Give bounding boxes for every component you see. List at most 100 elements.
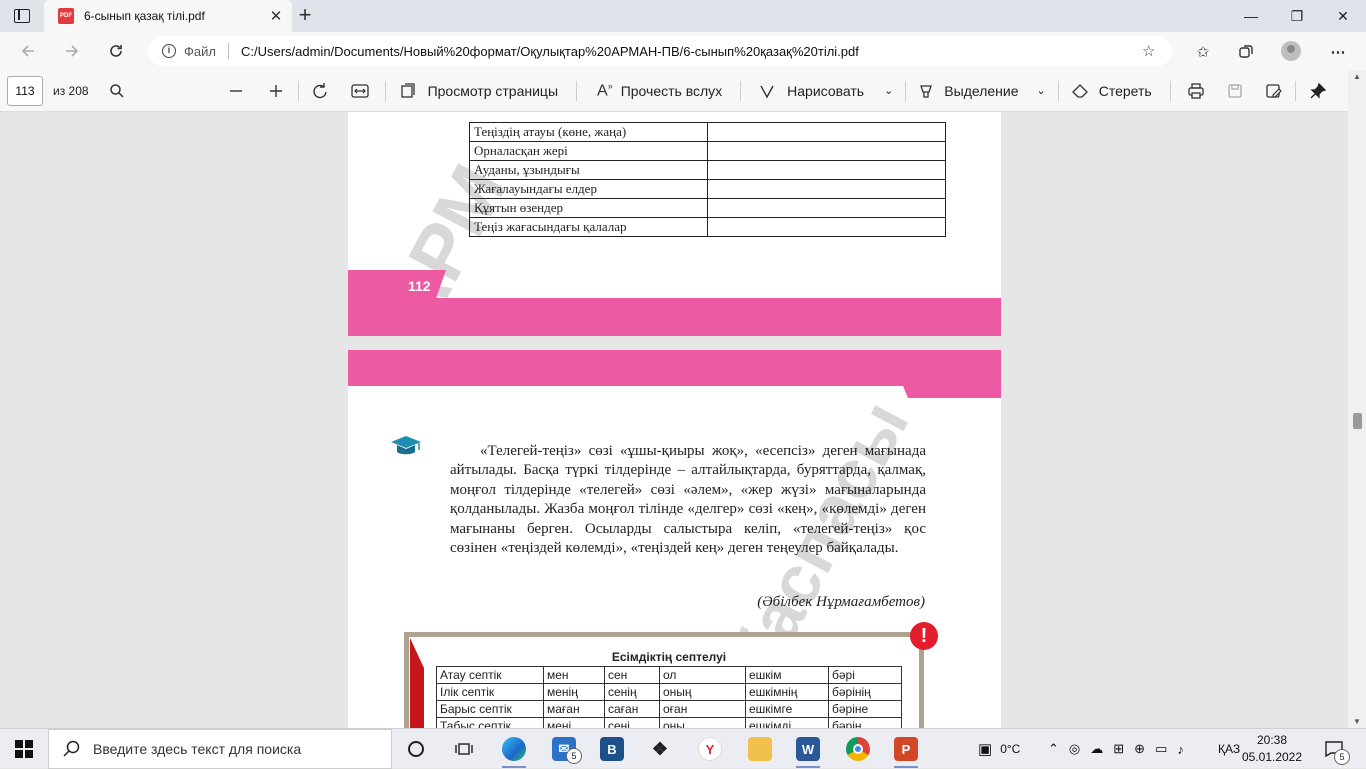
word-taskbar-button[interactable]: W bbox=[784, 729, 832, 769]
minimize-button[interactable]: — bbox=[1228, 0, 1274, 32]
cortana-icon bbox=[408, 741, 424, 757]
powerpoint-icon: P bbox=[894, 737, 918, 761]
draw-label: Нарисовать bbox=[787, 82, 865, 99]
table-row: Ауданы, ұзындығы bbox=[469, 160, 946, 180]
tab-close-button[interactable]: ✕ bbox=[264, 7, 288, 25]
taskbar-search[interactable]: Введите здесь текст для поиска bbox=[48, 729, 392, 769]
fit-width-button[interactable] bbox=[350, 70, 369, 112]
app-b-taskbar-button[interactable]: B bbox=[588, 729, 636, 769]
highlight-label: Выделение bbox=[944, 82, 1019, 99]
start-button[interactable] bbox=[0, 729, 48, 769]
page-number: 112 bbox=[408, 278, 431, 294]
edge-taskbar-button[interactable] bbox=[490, 729, 538, 769]
scroll-up-icon[interactable]: ▲ bbox=[1353, 72, 1361, 81]
chrome-taskbar-button[interactable] bbox=[834, 729, 882, 769]
battery-icon[interactable]: ▭ bbox=[1155, 741, 1167, 757]
zoom-in-button[interactable] bbox=[268, 70, 284, 112]
chevron-down-icon[interactable]: ⌄ bbox=[884, 84, 893, 97]
page-view-label: Просмотр страницы bbox=[427, 82, 559, 99]
onedrive-icon[interactable]: ☁ bbox=[1090, 741, 1103, 757]
tab-bar: PDF 6-сынып қазақ тілі.pdf ✕ + — ❐ ✕ bbox=[0, 0, 1366, 32]
add-favorite-icon[interactable]: ☆ bbox=[1142, 42, 1172, 60]
network-icon[interactable]: ⊞ bbox=[1113, 741, 1124, 757]
read-aloud-label: Прочесть вслух bbox=[620, 82, 723, 99]
maximize-button[interactable]: ❐ bbox=[1274, 0, 1320, 32]
pin-toolbar-button[interactable] bbox=[1310, 70, 1326, 112]
scroll-thumb[interactable] bbox=[1353, 413, 1362, 429]
back-button[interactable] bbox=[16, 39, 40, 63]
tab-title: 6-сынып қазақ тілі.pdf bbox=[84, 9, 205, 23]
collections-icon[interactable] bbox=[1234, 40, 1258, 64]
rotate-button[interactable] bbox=[311, 70, 329, 112]
task-view-button[interactable] bbox=[440, 729, 488, 769]
page-number-input[interactable]: 113 bbox=[7, 75, 43, 106]
page-number-band bbox=[348, 270, 446, 298]
table-row: Табыс септік мені сені оны ешкімді бәрін bbox=[436, 717, 902, 728]
favorites-icon[interactable]: ✩ bbox=[1191, 40, 1215, 64]
language-indicator[interactable]: ҚАЗ bbox=[1218, 729, 1240, 769]
draw-button[interactable]: Нарисовать ⌄ bbox=[759, 70, 893, 112]
volume-icon[interactable]: ♪ bbox=[1177, 742, 1184, 757]
cortana-button[interactable] bbox=[392, 729, 440, 769]
refresh-button[interactable] bbox=[104, 39, 128, 63]
save-button[interactable] bbox=[1227, 70, 1243, 112]
table-row: Құятын өзендер bbox=[469, 198, 946, 218]
clock[interactable]: 20:38 05.01.2022 bbox=[1240, 732, 1304, 766]
forward-button[interactable] bbox=[60, 39, 84, 63]
header-band bbox=[348, 350, 1001, 398]
fit-width-icon bbox=[350, 83, 369, 98]
pin-icon bbox=[1310, 82, 1326, 99]
zoom-out-button[interactable] bbox=[228, 70, 244, 112]
read-aloud-button[interactable]: A» Прочесть вслух bbox=[597, 70, 722, 112]
dropbox-taskbar-button[interactable]: ❖ bbox=[636, 729, 684, 769]
file-explorer-icon bbox=[748, 737, 772, 761]
info-icon[interactable]: i bbox=[162, 44, 176, 58]
more-menu-icon[interactable]: ⋯ bbox=[1326, 40, 1350, 64]
save-as-icon bbox=[1266, 83, 1282, 98]
table-row: Атау септік мен сен ол ешкім бәрі bbox=[436, 666, 902, 684]
erase-button[interactable]: Стереть bbox=[1071, 70, 1152, 112]
scroll-down-icon[interactable]: ▼ bbox=[1353, 717, 1361, 726]
rotate-icon bbox=[312, 82, 327, 98]
powerpoint-taskbar-button[interactable]: P bbox=[882, 729, 930, 769]
minus-icon bbox=[229, 89, 242, 92]
notifications-badge: 5 bbox=[1334, 749, 1350, 765]
mail-taskbar-button[interactable]: ✉ 5 bbox=[540, 729, 588, 769]
print-button[interactable] bbox=[1187, 70, 1205, 112]
info-paragraph: «Телегей-теңіз» сөзі «ұшы-қиыры жоқ», «е… bbox=[450, 443, 926, 557]
new-tab-button[interactable]: + bbox=[294, 4, 316, 26]
address-field[interactable]: i Файл C:/Users/admin/Documents/Новый%20… bbox=[148, 36, 1172, 66]
yandex-browser-icon: Y bbox=[698, 737, 722, 761]
search-button[interactable] bbox=[109, 70, 125, 112]
dropbox-icon: ❖ bbox=[651, 738, 669, 759]
address-url[interactable]: C:/Users/admin/Documents/Новый%20формат/… bbox=[241, 44, 1142, 59]
taskbar: Введите здесь текст для поиска ✉ 5 B ❖ Y… bbox=[0, 728, 1366, 769]
clock-date: 05.01.2022 bbox=[1241, 750, 1303, 764]
chevron-down-icon[interactable]: ⌄ bbox=[1036, 84, 1045, 97]
yandex-taskbar-button[interactable]: Y bbox=[686, 729, 734, 769]
table-row: Теңіз жағасындағы қалалар bbox=[469, 217, 946, 237]
temperature[interactable]: 0°C bbox=[1000, 742, 1020, 756]
pdf-viewport[interactable]: АРМ Теңіздің атауы (көне, жаңа) Орналасқ… bbox=[0, 112, 1366, 728]
weather-icon[interactable]: ▣ bbox=[978, 740, 992, 758]
security-icon[interactable]: ◎ bbox=[1069, 741, 1080, 757]
notifications-button[interactable]: 5 bbox=[1314, 729, 1354, 769]
word-icon: W bbox=[796, 737, 820, 761]
tab-pdf[interactable]: PDF 6-сынып қазақ тілі.pdf ✕ bbox=[44, 0, 292, 32]
vertical-scrollbar[interactable]: ▲ ▼ bbox=[1348, 70, 1366, 728]
show-hidden-icons-icon[interactable]: ⌃ bbox=[1048, 741, 1059, 757]
erase-label: Стереть bbox=[1098, 82, 1152, 99]
mail-badge: 5 bbox=[566, 748, 582, 764]
globe-icon[interactable]: ⊕ bbox=[1134, 741, 1145, 757]
plus-icon bbox=[269, 84, 282, 97]
close-window-button[interactable]: ✕ bbox=[1320, 0, 1366, 32]
profile-avatar[interactable] bbox=[1281, 41, 1301, 61]
address-scheme: Файл bbox=[184, 43, 216, 59]
page-view-button[interactable]: Просмотр страницы bbox=[400, 70, 558, 112]
explorer-taskbar-button[interactable] bbox=[736, 729, 784, 769]
tab-actions-icon[interactable] bbox=[14, 9, 30, 23]
save-as-button[interactable] bbox=[1265, 70, 1283, 112]
table-row: Орналасқан жері bbox=[469, 141, 946, 161]
highlight-button[interactable]: Выделение ⌄ bbox=[918, 70, 1046, 112]
search-icon bbox=[109, 83, 124, 98]
